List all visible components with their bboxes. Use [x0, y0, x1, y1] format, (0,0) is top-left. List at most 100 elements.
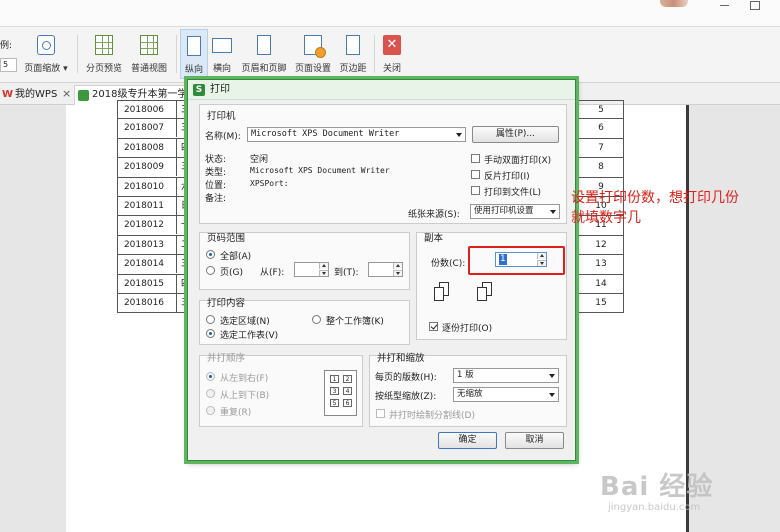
pages-per-sheet-label: 每页的版数(H): [375, 373, 437, 383]
scale-input[interactable]: 5 [0, 58, 17, 72]
table-row: 2018016 五 [117, 293, 197, 314]
range-all-radio[interactable] [206, 250, 215, 259]
table-row: 5 [578, 100, 624, 120]
scale-to-paper-select[interactable]: 无缩放 [453, 387, 559, 402]
normal-view-button[interactable]: 普通视图 [128, 29, 170, 79]
landscape-page-icon [212, 38, 232, 53]
paper-source-select[interactable]: 使用打印机设置 [470, 204, 560, 219]
page-scale-label: 页面缩放 ▾ [24, 64, 68, 74]
scale-to-paper-value: 无缩放 [457, 389, 483, 399]
order-repeat-label: 重复(R) [220, 408, 252, 418]
student-id-cell: 2018013 [123, 239, 165, 250]
order-top-to-bottom-radio[interactable] [206, 389, 215, 398]
table-row: 2018006 三 [117, 100, 197, 120]
reverse-print-checkbox[interactable] [471, 170, 480, 179]
ok-button[interactable]: 确定 [438, 432, 497, 449]
whole-workbook-radio[interactable] [312, 315, 321, 324]
table-row: 2018007 三 [117, 119, 197, 139]
page-scale-button[interactable]: 页面缩放 ▾ [21, 29, 71, 79]
range-to-label: 到(T): [334, 268, 359, 278]
spin-up-icon[interactable] [319, 263, 328, 269]
ribbon-divider [176, 35, 177, 73]
header-footer-button[interactable]: 页眉和页脚 [240, 29, 288, 79]
order-left-to-right-label: 从左到右(F) [220, 374, 269, 384]
margins-icon [346, 35, 360, 55]
close-preview-button[interactable]: ✕ 关闭 [378, 29, 406, 79]
range-from-stepper[interactable] [294, 262, 329, 277]
table-row: 2018015 四 [117, 274, 197, 294]
type-value: Microsoft XPS Document Writer [250, 166, 390, 175]
printer-properties-button[interactable]: 属性(P)... [472, 126, 559, 143]
selection-radio[interactable] [206, 315, 215, 324]
copies-group-title: 副本 [424, 233, 444, 244]
student-id-cell: 2018012 [123, 220, 165, 231]
selected-sheet-radio[interactable] [206, 329, 215, 338]
portrait-label: 纵向 [184, 65, 203, 75]
range-pages-radio[interactable] [206, 266, 215, 275]
collate-checkbox[interactable] [429, 322, 438, 331]
collate-page-icon [477, 287, 487, 301]
order-cell: 4 [343, 387, 352, 395]
dialog-title-bar[interactable]: S 打印 [188, 80, 575, 100]
scale-label: 例: [0, 41, 13, 51]
maximize-icon[interactable] [748, 0, 762, 10]
spin-down-icon[interactable] [319, 270, 328, 276]
portrait-page-icon [187, 36, 201, 56]
collate-page-icon [434, 287, 444, 301]
order-left-to-right-radio[interactable] [206, 372, 215, 381]
table-row: 2018011 日 [117, 196, 197, 217]
user-avatar[interactable] [660, 0, 688, 7]
watermark-url: jingyan.baidu.com [608, 502, 701, 513]
print-to-file-label: 打印到文件(L) [484, 188, 542, 198]
order-repeat-radio[interactable] [206, 406, 215, 415]
type-label: 类型: [205, 168, 227, 178]
wps-logo-icon: W [2, 89, 14, 100]
page-setup-label: 页面设置 [294, 64, 331, 74]
margins-button[interactable]: 页边距 [336, 29, 370, 79]
spin-up-icon[interactable] [393, 263, 402, 269]
pages-per-sheet-select[interactable]: 1 版 [453, 368, 559, 383]
comment-label: 备注: [205, 194, 227, 204]
page-range-title: 页码范围 [207, 233, 246, 244]
draw-lines-checkbox[interactable] [376, 409, 385, 418]
page-break-preview-button[interactable]: 分页预览 [83, 29, 125, 79]
table-row: 8 [578, 158, 624, 178]
margins-label: 页边距 [339, 64, 367, 74]
tab-close-icon[interactable]: × [62, 87, 71, 100]
page-setup-button[interactable]: 页面设置 [291, 29, 335, 79]
portrait-button[interactable]: 纵向 [180, 29, 208, 79]
header-footer-label: 页眉和页脚 [241, 64, 287, 74]
student-id-cell: 2018011 [123, 200, 165, 211]
print-content-title: 打印内容 [207, 298, 246, 309]
printer-name-select[interactable]: Microsoft XPS Document Writer [247, 127, 466, 142]
status-value: 空闲 [250, 155, 269, 165]
print-preview-ribbon: 例: 5 页面缩放 ▾ 分页预览 普通视图 纵向 横向 页眉和页脚 页面设置 页… [0, 27, 780, 83]
status-label: 状态: [205, 155, 227, 165]
cancel-button[interactable]: 取消 [505, 432, 564, 449]
page-setup-gear-icon [304, 35, 326, 58]
paper-source-label: 纸张来源(S): [408, 210, 460, 220]
table-row: 2018008 四 [117, 138, 197, 159]
spin-down-icon[interactable] [393, 270, 402, 276]
table-row: 15 [578, 293, 624, 314]
student-id-cell: 2018015 [123, 278, 165, 289]
landscape-label: 横向 [212, 64, 231, 74]
copies-highlight-box [468, 246, 565, 275]
order-cell: 5 [330, 399, 339, 407]
table-row: 14 [578, 274, 624, 294]
print-to-file-checkbox[interactable] [471, 186, 480, 195]
student-id-cell: 2018007 [123, 123, 165, 134]
printer-name-label: 名称(M): [205, 132, 241, 142]
selected-sheet-label: 选定工作表(V) [220, 331, 279, 341]
chevron-down-icon [549, 393, 555, 397]
landscape-button[interactable]: 横向 [209, 29, 235, 79]
ribbon-divider [77, 35, 78, 73]
range-to-stepper[interactable] [368, 262, 403, 277]
order-cell: 1 [330, 375, 339, 383]
merge-scale-title: 并打和缩放 [377, 353, 425, 364]
manual-duplex-checkbox[interactable] [471, 154, 480, 163]
print-order-title: 并打顺序 [207, 353, 246, 364]
page-break-preview-label: 分页预览 [85, 64, 122, 74]
minimize-icon[interactable] [718, 0, 732, 10]
spreadsheet-file-icon [78, 90, 89, 101]
